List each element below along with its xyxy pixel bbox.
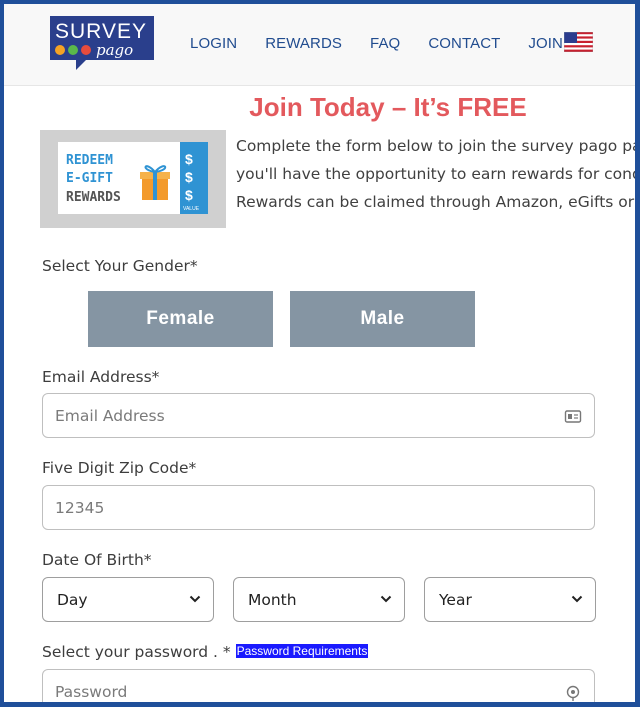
us-flag-icon[interactable] <box>564 32 593 52</box>
dob-year-select[interactable]: Year <box>424 577 596 622</box>
site-header: SURVEY pago LOGIN REWARDS FAQ CONTACT JO… <box>4 4 635 86</box>
gender-label: Select Your Gender* <box>42 257 198 275</box>
password-key-icon[interactable] <box>564 684 582 702</box>
promo-text-egift: E-GIFT <box>66 171 113 186</box>
logo-text-survey: SURVEY <box>55 20 147 43</box>
gender-female-button[interactable]: Female <box>88 291 273 347</box>
zip-field <box>42 485 595 530</box>
nav-faq[interactable]: FAQ <box>370 35 400 52</box>
intro-line: Complete the form below to join the surv… <box>236 137 635 155</box>
dob-day-select[interactable]: Day <box>42 577 214 622</box>
contact-card-icon <box>564 410 582 423</box>
intro-line: Rewards can be claimed through Amazon, e… <box>236 193 640 211</box>
svg-text:$: $ <box>185 187 193 203</box>
svg-text:VALUE: VALUE <box>183 206 200 212</box>
nav-contact[interactable]: CONTACT <box>428 35 500 52</box>
password-label-row: Select your password . * Password Requir… <box>42 643 369 661</box>
promo-text-redeem: REDEEM <box>66 153 113 168</box>
password-input[interactable] <box>55 670 535 702</box>
logo-text-pago: pago <box>96 41 133 59</box>
password-field <box>42 669 595 702</box>
dob-day-value: Day <box>57 590 88 609</box>
password-label: Select your password . * <box>42 643 231 661</box>
redeem-egift-rewards-image: $ $ $ VALUE REDEEM E-GIFT REWARDS <box>40 130 226 228</box>
email-input[interactable] <box>55 394 535 437</box>
email-label: Email Address* <box>42 368 160 386</box>
join-title: Join Today – It’s FREE <box>249 92 527 122</box>
chevron-down-icon <box>571 595 583 603</box>
dob-label: Date Of Birth* <box>42 551 152 569</box>
svg-text:$: $ <box>185 151 193 167</box>
page-frame: SURVEY pago LOGIN REWARDS FAQ CONTACT JO… <box>0 0 640 707</box>
intro-text: Complete the form below to join the surv… <box>236 132 640 216</box>
survey-pago-logo[interactable]: SURVEY pago <box>46 14 156 72</box>
password-requirements-link[interactable]: Password Requirements <box>235 644 369 658</box>
promo-text-rewards: REWARDS <box>66 190 121 205</box>
nav-login[interactable]: LOGIN <box>190 35 237 52</box>
zip-label: Five Digit Zip Code* <box>42 459 197 477</box>
nav-join[interactable]: JOIN <box>528 35 563 52</box>
gender-male-button[interactable]: Male <box>290 291 475 347</box>
dob-month-select[interactable]: Month <box>233 577 405 622</box>
main-nav: LOGIN REWARDS FAQ CONTACT JOIN <box>190 35 591 52</box>
intro-line: you'll have the opportunity to earn rewa… <box>236 165 640 183</box>
zip-input[interactable] <box>55 486 535 529</box>
dob-month-value: Month <box>248 590 297 609</box>
dob-year-value: Year <box>439 590 472 609</box>
nav-rewards[interactable]: REWARDS <box>265 35 342 52</box>
email-field <box>42 393 595 438</box>
chevron-down-icon <box>380 595 392 603</box>
chevron-down-icon <box>189 595 201 603</box>
svg-text:$: $ <box>185 169 193 185</box>
